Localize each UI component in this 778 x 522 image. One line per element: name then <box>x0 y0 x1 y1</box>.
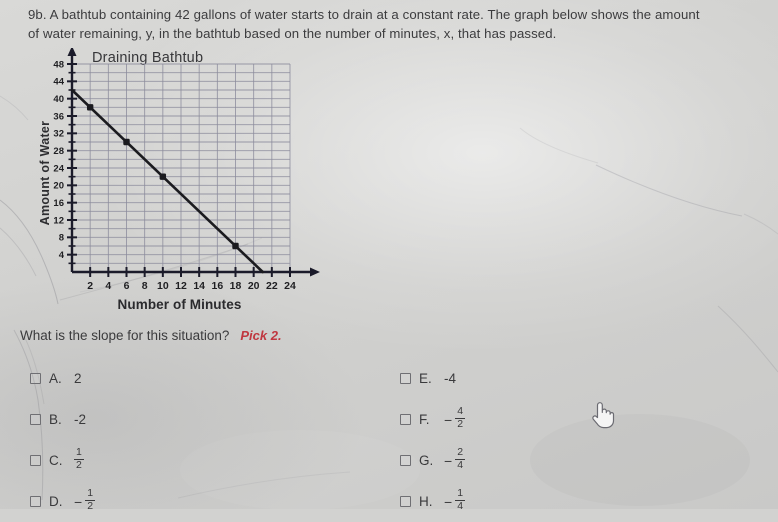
fraction: 12 <box>74 446 84 472</box>
axis-ticks <box>67 63 291 277</box>
choice-letter: E. <box>419 371 432 386</box>
answer-choice-d[interactable]: D. −1 2 <box>30 481 96 522</box>
answer-choice-a[interactable]: A. 2 <box>30 358 95 399</box>
x-tick-label: 16 <box>211 280 223 292</box>
negative-sign: − <box>444 452 453 469</box>
y-tick-label: 20 <box>53 181 64 192</box>
fraction-denominator: 4 <box>455 459 466 471</box>
checkbox-f[interactable] <box>400 414 411 425</box>
answer-choice-f[interactable]: F. −4 2 <box>400 399 466 440</box>
fraction: 24 <box>455 446 466 472</box>
fraction-denominator: 2 <box>85 500 96 512</box>
x-tick-label: 20 <box>248 280 260 292</box>
choice-value: −2 4 <box>444 446 466 473</box>
y-tick-label: 32 <box>53 129 64 140</box>
y-tick-label: 36 <box>53 111 64 122</box>
checkbox-b[interactable] <box>30 414 41 425</box>
fraction-denominator: 4 <box>455 500 466 512</box>
choice-letter: B. <box>49 412 62 427</box>
answer-choice-b[interactable]: B. -2 <box>30 399 95 440</box>
choice-value: 2 <box>74 371 82 386</box>
choice-value: −1 4 <box>444 487 466 514</box>
pick-two-note: Pick 2. <box>240 328 282 343</box>
choice-value: −4 2 <box>444 405 466 432</box>
fraction-numerator: 1 <box>457 487 464 500</box>
graph-plot: 4812162024283236404448 2 4 6 8 10 12 14 16 18 20 2… <box>53 48 320 292</box>
data-point-marker <box>232 242 239 250</box>
x-tick-label: 24 <box>284 280 296 292</box>
x-axis-arrowhead <box>310 267 320 277</box>
answer-choice-h[interactable]: H. −1 4 <box>400 481 466 522</box>
checkbox-c[interactable] <box>30 455 41 466</box>
x-tick-label: 12 <box>175 280 187 292</box>
checkbox-a[interactable] <box>30 373 41 384</box>
data-point-marker <box>86 104 94 111</box>
x-tick-label: 22 <box>266 280 278 292</box>
checkbox-e[interactable] <box>400 373 411 384</box>
data-point-marker <box>159 173 167 180</box>
choice-letter: G. <box>419 453 434 468</box>
y-tick-label: 24 <box>53 163 64 174</box>
y-tick-labels: 4812162024283236404448 <box>53 59 64 261</box>
fraction-denominator: 2 <box>74 459 84 471</box>
answer-choices-right-column: E. -4 F. −4 2 G. −2 4 H. −1 4 <box>400 358 466 522</box>
choice-letter: C. <box>49 453 63 468</box>
answer-choice-e[interactable]: E. -4 <box>400 358 465 399</box>
question-line-1: 9b. A bathtub containing 42 gallons of w… <box>28 7 700 22</box>
x-tick-label: 18 <box>230 280 242 292</box>
y-tick-label: 40 <box>53 94 64 105</box>
x-tick-label: 10 <box>157 280 169 292</box>
y-tick-label: 16 <box>53 198 64 209</box>
negative-sign: − <box>444 411 453 428</box>
y-tick-label: 12 <box>53 215 64 226</box>
checkbox-h[interactable] <box>400 496 411 507</box>
slope-question-prompt: What is the slope for this situation? Pic… <box>20 328 282 343</box>
fraction-numerator: 1 <box>87 487 94 500</box>
choice-letter: H. <box>419 494 433 509</box>
fraction: 14 <box>455 487 466 513</box>
answer-choices-left-column: A. 2 B. -2 C. 1 2 D. −1 2 <box>30 358 96 522</box>
y-tick-label: 8 <box>59 233 64 244</box>
x-axis-label: Number of Minutes <box>117 297 242 312</box>
y-tick-label: 48 <box>53 59 64 70</box>
checkbox-g[interactable] <box>400 455 411 466</box>
question-line-2: of water remaining, y, in the bathtub ba… <box>28 26 557 41</box>
axes <box>67 48 320 277</box>
choice-value: -2 <box>74 412 87 427</box>
fraction-numerator: 4 <box>457 405 464 418</box>
answer-choice-g[interactable]: G. −2 4 <box>400 440 466 481</box>
choice-letter: F. <box>419 412 430 427</box>
checkbox-d[interactable] <box>30 496 41 507</box>
x-tick-label: 6 <box>124 280 130 292</box>
y-tick-label: 28 <box>53 146 64 157</box>
choice-value: −1 2 <box>74 487 96 514</box>
answer-choice-c[interactable]: C. 1 2 <box>30 440 95 481</box>
x-tick-label: 4 <box>105 280 111 292</box>
slope-prompt-text: What is the slope for this situation? <box>20 328 230 343</box>
fraction-denominator: 2 <box>455 418 466 430</box>
fraction: 42 <box>455 405 466 431</box>
choice-value: -4 <box>444 371 457 386</box>
y-tick-label: 44 <box>53 77 64 88</box>
y-tick-label: 4 <box>59 250 65 261</box>
graph-figure: Draining Bathtub Amount of Water Number … <box>14 48 324 318</box>
grid-lines <box>71 63 291 273</box>
x-tick-label: 2 <box>87 280 93 292</box>
pointing-hand-cursor <box>592 402 615 429</box>
x-tick-label: 14 <box>193 280 205 292</box>
fraction: 12 <box>85 487 96 513</box>
y-axis-arrowhead <box>67 48 77 56</box>
x-tick-labels: 2 4 6 8 10 12 14 16 18 20 22 24 <box>87 280 296 292</box>
choice-letter: A. <box>49 371 62 386</box>
fraction-numerator: 1 <box>76 446 82 459</box>
choice-letter: D. <box>49 494 63 509</box>
choice-value: 12 <box>74 446 84 473</box>
negative-sign: − <box>444 493 453 510</box>
data-point-marker <box>123 138 130 146</box>
fraction-numerator: 2 <box>457 446 464 459</box>
negative-sign: − <box>74 493 83 510</box>
x-tick-label: 8 <box>142 280 148 292</box>
